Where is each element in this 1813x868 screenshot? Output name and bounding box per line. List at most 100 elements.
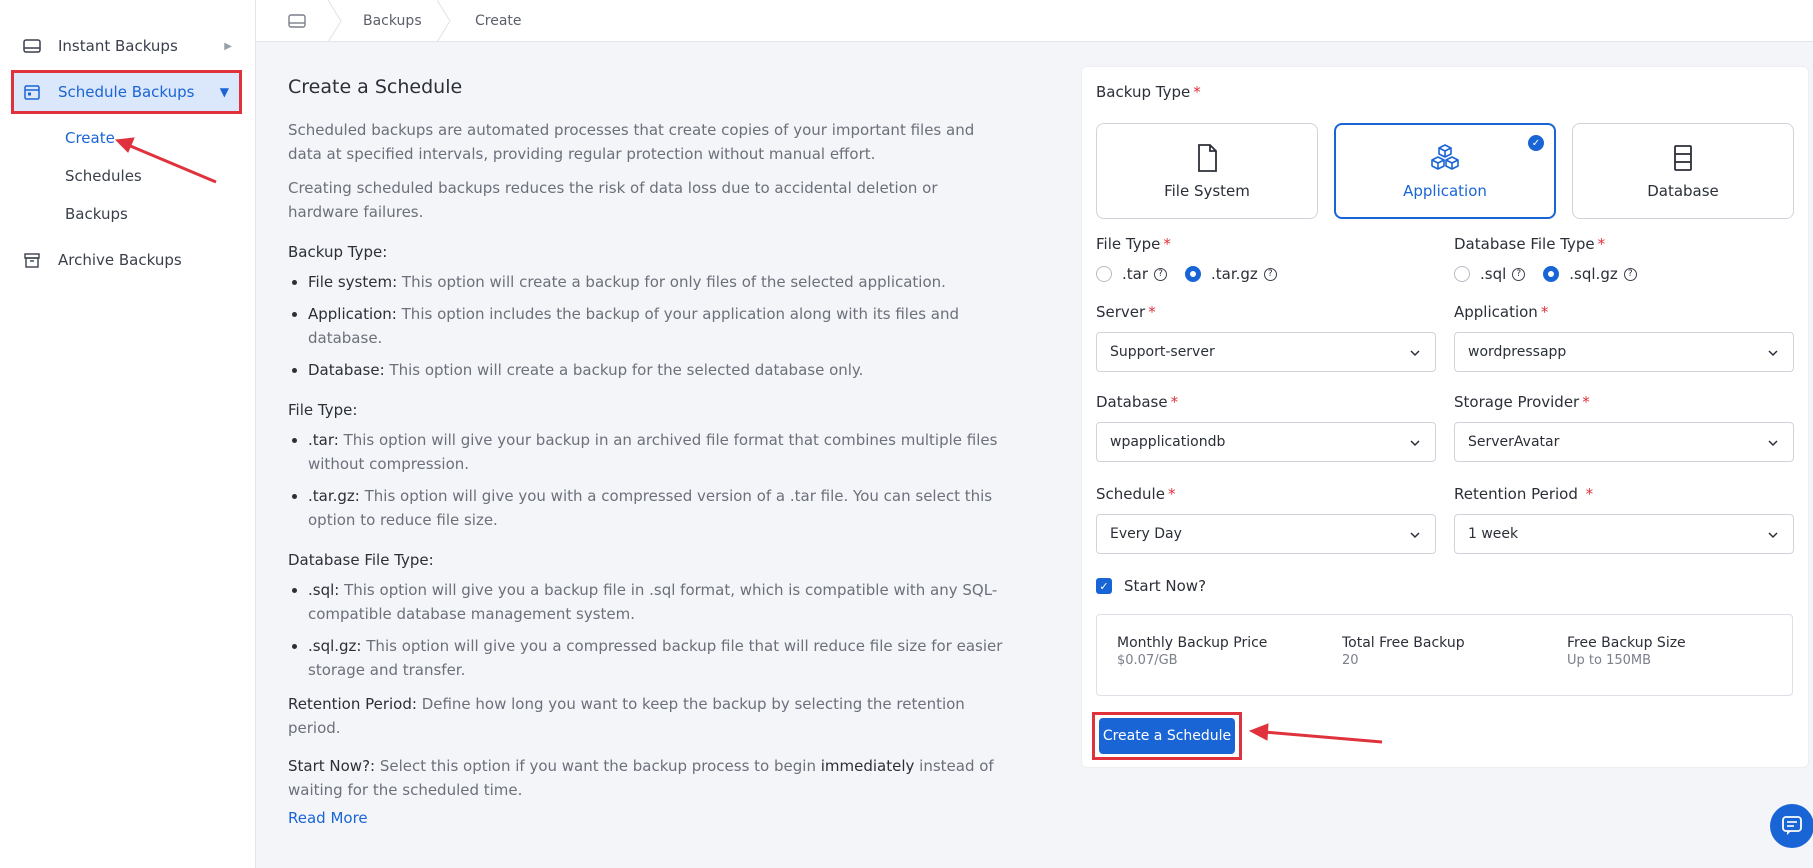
breadcrumb-separator xyxy=(328,0,342,42)
chevron-down-icon xyxy=(1768,350,1778,357)
info-paragraph: Scheduled backups are automated processe… xyxy=(288,121,975,163)
help-icon[interactable]: ? xyxy=(1154,267,1168,281)
breadcrumb: Backups Create xyxy=(256,0,1813,42)
radio-label: .tar xyxy=(1122,265,1149,283)
drive-icon xyxy=(22,36,42,56)
retention-period-label: Retention Period * xyxy=(1454,485,1594,503)
list-item: .sql.gz: This option will give you a com… xyxy=(288,634,1008,682)
cubes-icon xyxy=(1431,144,1459,170)
radio-label: .sql xyxy=(1480,265,1507,283)
chevron-down-icon xyxy=(1410,532,1420,539)
chat-icon xyxy=(1782,816,1802,835)
help-icon[interactable]: ? xyxy=(1263,267,1277,281)
list-item: .tar: This option will give your backup … xyxy=(288,428,1008,476)
pricing-monthly: Monthly Backup Price $0.07/GB xyxy=(1117,635,1268,668)
sidebar-subitem-backups[interactable]: Backups xyxy=(65,205,128,223)
file-type-list: .tar: This option will give your backup … xyxy=(288,428,1008,532)
backup-type-file-system[interactable]: File System xyxy=(1096,123,1318,219)
sidebar-item-archive-backups[interactable]: Archive Backups xyxy=(12,238,242,282)
select-value: Support-server xyxy=(1110,344,1215,360)
calendar-icon xyxy=(22,82,42,102)
check-icon: ✓ xyxy=(1528,135,1544,151)
pricing-summary: Monthly Backup Price $0.07/GB Total Free… xyxy=(1096,614,1793,696)
chevron-down-icon xyxy=(1768,532,1778,539)
page-title: Create a Schedule xyxy=(288,76,463,98)
tile-label: Application xyxy=(1403,182,1487,200)
read-more-link[interactable]: Read More xyxy=(288,809,368,827)
section-heading-db-file-type: Database File Type: xyxy=(288,551,434,569)
pricing-free-size: Free Backup Size Up to 150MB xyxy=(1567,635,1686,668)
database-label: Database * xyxy=(1096,393,1179,411)
info-paragraph: Creating scheduled backups reduces the r… xyxy=(288,179,938,221)
schedule-form: Backup Type * File System ✓ Application D… xyxy=(1081,66,1809,768)
server-select[interactable]: Support-server xyxy=(1096,332,1436,372)
submit-highlight: Create a Schedule xyxy=(1092,712,1242,760)
chevron-down-icon xyxy=(1410,350,1420,357)
list-item: Application: This option includes the ba… xyxy=(288,302,1008,350)
sidebar-item-label: Instant Backups xyxy=(58,37,178,55)
chat-widget-button[interactable] xyxy=(1770,804,1813,848)
select-value: 1 week xyxy=(1468,526,1519,542)
sidebar-item-label: Archive Backups xyxy=(58,251,182,269)
breadcrumb-item-create: Create xyxy=(475,13,522,29)
storage-provider-select[interactable]: ServerAvatar xyxy=(1454,422,1794,462)
retention-period-select[interactable]: 1 week xyxy=(1454,514,1794,554)
tile-label: Database xyxy=(1647,182,1719,200)
backup-type-database[interactable]: Database xyxy=(1572,123,1794,219)
start-now-checkbox[interactable]: ✓ Start Now? xyxy=(1096,577,1206,595)
radio-sql[interactable] xyxy=(1454,266,1470,282)
chevron-down-icon xyxy=(1768,440,1778,447)
db-file-type-label: Database File Type * xyxy=(1454,235,1606,253)
sidebar-subitem-create[interactable]: Create xyxy=(65,129,115,147)
file-icon xyxy=(1198,144,1217,172)
database-select[interactable]: wpapplicationdb xyxy=(1096,422,1436,462)
radio-tar-gz[interactable] xyxy=(1185,266,1202,282)
help-icon[interactable]: ? xyxy=(1512,267,1526,281)
list-item: .sql: This option will give you a backup… xyxy=(288,578,1008,626)
sidebar-item-label: Schedule Backups xyxy=(58,83,195,101)
backup-type-application[interactable]: ✓ Application xyxy=(1334,123,1556,219)
select-value: Every Day xyxy=(1110,526,1182,542)
database-icon xyxy=(1674,145,1692,171)
schedule-info: Create a Schedule Scheduled backups are … xyxy=(288,72,1008,830)
backup-type-list: File system: This option will create a b… xyxy=(288,270,1008,382)
sidebar-subitem-schedules[interactable]: Schedules xyxy=(65,167,142,185)
retention-info: Retention Period: Define how long you wa… xyxy=(288,695,965,737)
create-schedule-button[interactable]: Create a Schedule xyxy=(1099,718,1235,754)
section-heading-backup-type: Backup Type: xyxy=(288,243,388,261)
storage-provider-label: Storage Provider * xyxy=(1454,393,1590,411)
section-heading-file-type: File Type: xyxy=(288,401,358,419)
sidebar-item-instant-backups[interactable]: Instant Backups ▶ xyxy=(12,24,242,68)
checkbox-checked-icon[interactable]: ✓ xyxy=(1096,578,1112,594)
radio-label: .sql.gz xyxy=(1569,265,1618,283)
start-now-info: Start Now?: Select this option if you wa… xyxy=(288,757,994,799)
select-value: wordpressapp xyxy=(1468,344,1567,360)
pricing-free-backups: Total Free Backup 20 xyxy=(1342,635,1465,668)
archive-icon xyxy=(22,250,42,270)
caret-right-icon: ▶ xyxy=(224,40,232,52)
list-item: Database: This option will create a back… xyxy=(288,358,1008,382)
select-value: wpapplicationdb xyxy=(1110,434,1226,450)
server-label: Server * xyxy=(1096,303,1156,321)
select-value: ServerAvatar xyxy=(1468,434,1560,450)
radio-tar[interactable] xyxy=(1096,266,1112,282)
checkbox-label: Start Now? xyxy=(1124,577,1207,595)
application-select[interactable]: wordpressapp xyxy=(1454,332,1794,372)
drive-icon[interactable] xyxy=(288,0,306,42)
application-label: Application * xyxy=(1454,303,1549,321)
schedule-select[interactable]: Every Day xyxy=(1096,514,1436,554)
breadcrumb-item-backups[interactable]: Backups xyxy=(363,0,422,42)
radio-sql-gz[interactable] xyxy=(1543,266,1560,282)
file-type-radio-group: .tar ? .tar.gz ? xyxy=(1096,265,1295,283)
backup-type-label: Backup Type * xyxy=(1096,83,1201,101)
file-type-label: File Type * xyxy=(1096,235,1171,253)
caret-down-icon: ▼ xyxy=(219,85,229,99)
help-icon[interactable]: ? xyxy=(1623,267,1637,281)
list-item: File system: This option will create a b… xyxy=(288,270,1008,294)
list-item: .tar.gz: This option will give you with … xyxy=(288,484,1008,532)
sidebar-item-schedule-backups[interactable]: Schedule Backups ▼ xyxy=(11,70,242,114)
db-file-type-list: .sql: This option will give you a backup… xyxy=(288,578,1008,682)
db-file-type-radio-group: .sql ? .sql.gz ? xyxy=(1454,265,1655,283)
schedule-label: Schedule * xyxy=(1096,485,1176,503)
tile-label: File System xyxy=(1164,182,1250,200)
